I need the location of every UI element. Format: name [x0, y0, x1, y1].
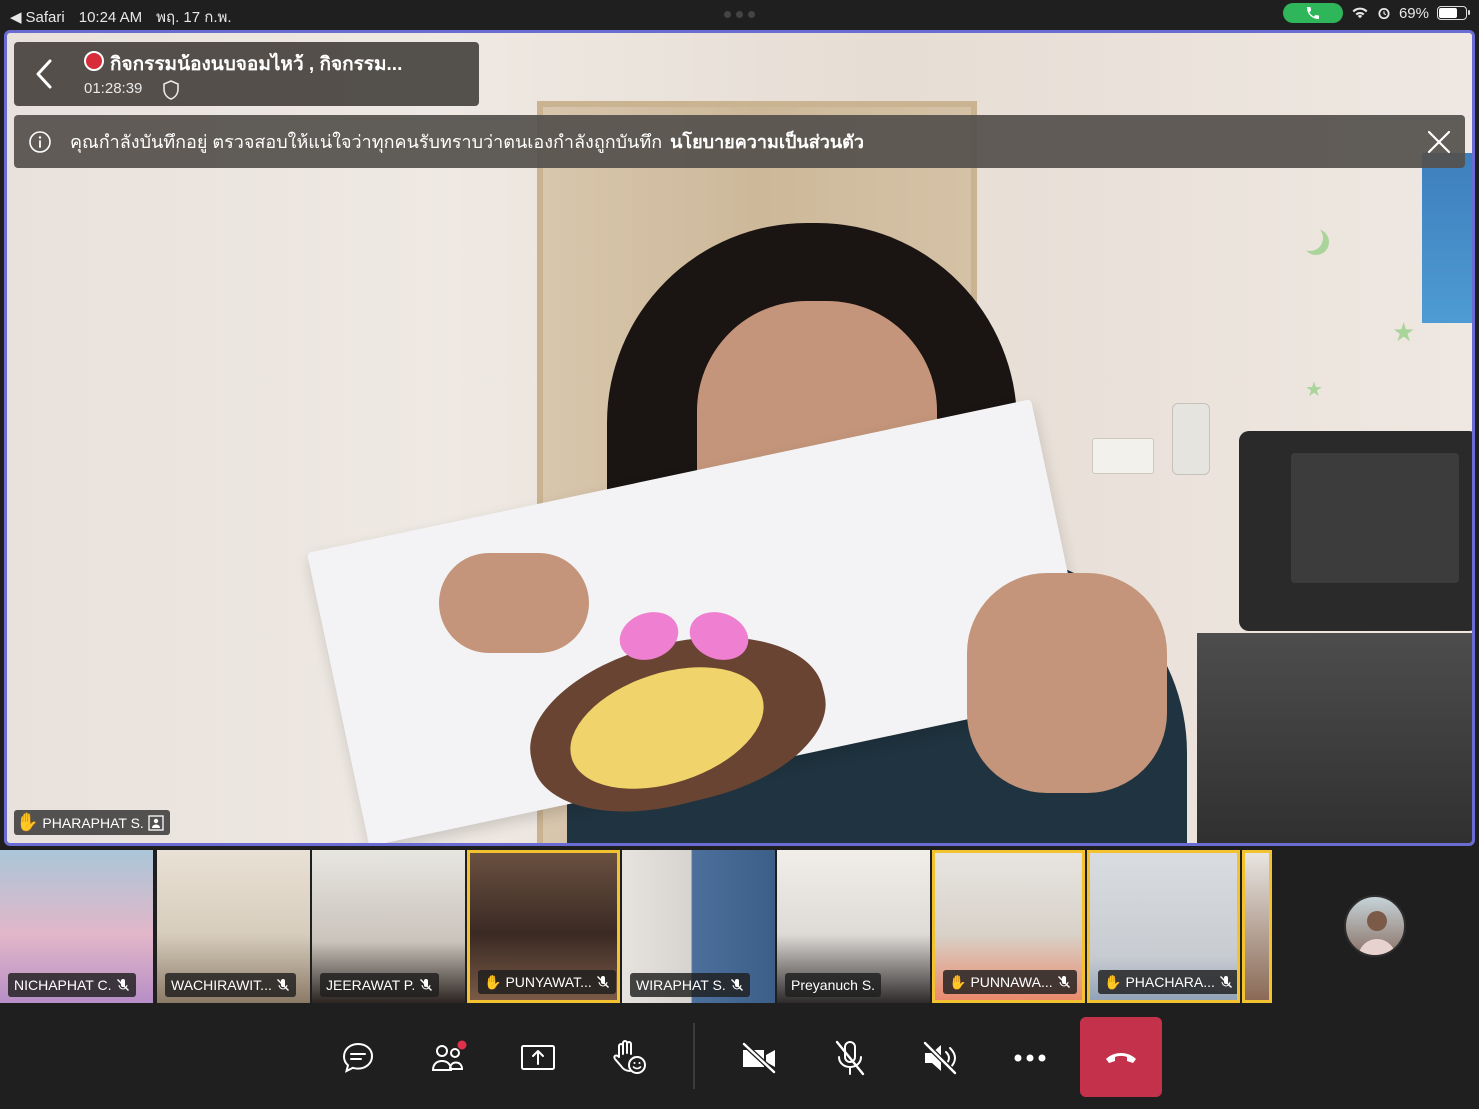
participant-name: PUNYAWAT... — [505, 974, 592, 990]
speaker-nametag: ✋ PHARAPHAT S. — [14, 810, 170, 835]
status-bar: ◀ Safari 10:24 AM พฤ. 17 ก.พ. 69% — [0, 0, 1479, 28]
participant-tile[interactable]: WIRAPHAT S. — [622, 850, 775, 1003]
active-call-pill[interactable] — [1282, 3, 1343, 23]
multitasking-dots[interactable] — [724, 11, 755, 18]
recording-notice-text: คุณกำลังบันทึกอยู่ ตรวจสอบให้แน่ใจว่าทุก… — [70, 132, 663, 152]
speaker-left-hand — [439, 553, 589, 653]
raise-hand-icon — [613, 1040, 646, 1074]
alarm-icon — [1378, 8, 1390, 20]
participant-name: JEERAWAT P. — [326, 977, 416, 993]
back-to-safari[interactable]: ◀ Safari — [10, 8, 65, 27]
participant-nametag: ✋ PHACHARA... — [1098, 970, 1237, 994]
meeting-elapsed-time: 01:28:39 — [84, 80, 143, 97]
participant-nametag: WIRAPHAT S. — [630, 973, 750, 997]
participant-name: PUNNAWA... — [970, 974, 1053, 990]
participant-name: WACHIRAWIT... — [171, 977, 272, 993]
participant-tile[interactable]: JEERAWAT P. — [312, 850, 465, 1003]
self-video-avatar[interactable] — [1344, 895, 1406, 957]
date: พฤ. 17 ก.พ. — [156, 9, 232, 26]
participant-nametag: JEERAWAT P. — [320, 973, 440, 997]
participants-button[interactable] — [423, 1033, 473, 1083]
chat-button[interactable] — [333, 1033, 383, 1083]
participant-tile[interactable]: ✋ PUNYAWAT... — [467, 850, 620, 1003]
drawing-bow — [619, 603, 749, 673]
wall-star-sticker: ★ — [1305, 379, 1323, 401]
raised-hand-icon: ✋ — [484, 973, 502, 990]
raised-hand-icon: ✋ — [16, 812, 39, 832]
share-screen-button[interactable] — [513, 1033, 563, 1083]
more-options-button[interactable] — [1005, 1033, 1055, 1083]
participant-nametag: ✋ PUNYAWAT... — [478, 970, 616, 994]
participant-nametag: NICHAPHAT C. — [8, 973, 136, 997]
mic-muted-icon — [1057, 976, 1070, 988]
meeting-title[interactable]: กิจกรรมน้องนบจอมไหว้ , กิจกรรม... — [110, 49, 402, 79]
wifi-icon — [1352, 7, 1368, 19]
mic-muted-icon — [1219, 976, 1232, 988]
microphone-toggle-button[interactable] — [825, 1033, 875, 1083]
participant-tile[interactable]: ✋ PHACHARA... — [1087, 850, 1240, 1003]
more-icon — [1014, 1054, 1046, 1062]
reactions-button[interactable] — [604, 1033, 654, 1083]
participant-name: WIRAPHAT S. — [636, 977, 726, 993]
info-icon — [29, 130, 51, 153]
call-controls — [0, 1005, 1479, 1109]
participant-tile[interactable]: WACHIRAWIT... — [157, 850, 310, 1003]
battery-icon — [1437, 6, 1470, 20]
mic-off-icon — [835, 1040, 865, 1076]
participant-nametag: WACHIRAWIT... — [165, 973, 296, 997]
raised-hand-icon: ✋ — [1104, 973, 1122, 990]
back-button[interactable] — [28, 56, 60, 92]
participant-name: NICHAPHAT C. — [14, 977, 112, 993]
recording-notice-banner: คุณกำลังบันทึกอยู่ ตรวจสอบให้แน่ใจว่าทุก… — [14, 115, 1465, 168]
mic-muted-icon — [420, 979, 433, 991]
mic-muted-icon — [730, 979, 743, 991]
camera-off-icon — [742, 1042, 776, 1074]
close-icon[interactable] — [1425, 128, 1453, 156]
participant-tile-partial[interactable] — [1242, 850, 1272, 1003]
recording-indicator-icon — [84, 51, 104, 71]
controls-divider — [693, 1023, 695, 1089]
back-app-label: Safari — [25, 8, 65, 26]
speaker-name: PHARAPHAT S. — [42, 814, 144, 831]
hang-up-button[interactable] — [1080, 1017, 1162, 1097]
battery-percent: 69% — [1398, 4, 1429, 22]
raised-hand-icon: ✋ — [949, 973, 967, 990]
participant-tile[interactable]: NICHAPHAT C. — [0, 850, 153, 1003]
speaker-right-hand — [967, 573, 1167, 793]
mic-muted-icon — [276, 979, 289, 991]
wall-star-sticker: ★ — [1392, 317, 1416, 347]
participant-name: Preyanuch S. — [791, 977, 876, 993]
air-con-remote — [1172, 403, 1210, 475]
participant-gallery: NICHAPHAT C. WACHIRAWIT... JEERAWAT P. ✋ PUN… — [0, 850, 1479, 1003]
clock: 10:24 AM — [78, 8, 143, 26]
background-monitor — [1239, 431, 1472, 631]
hang-up-icon — [1106, 1053, 1136, 1063]
mic-muted-icon — [116, 979, 129, 991]
desk-items — [1197, 633, 1472, 843]
wall-moon-sticker — [1297, 225, 1323, 251]
speaker-toggle-button[interactable] — [915, 1033, 965, 1083]
people-icon — [431, 1040, 467, 1071]
chevron-left-icon — [36, 59, 52, 89]
participant-nametag: Preyanuch S. — [785, 973, 882, 997]
chat-icon — [342, 1042, 374, 1073]
participant-tile[interactable]: ✋ PUNNAWA... — [932, 850, 1085, 1003]
camera-toggle-button[interactable] — [734, 1033, 784, 1083]
participant-name: PHACHARA... — [1125, 974, 1215, 990]
wall-poster — [1422, 153, 1472, 323]
light-switch — [1092, 438, 1154, 474]
meeting-header: กิจกรรมน้องนบจอมไหว้ , กิจกรรม... 01:28:… — [14, 42, 479, 106]
pinned-user-icon — [148, 814, 164, 831]
shield-icon[interactable] — [162, 80, 180, 100]
privacy-policy-link[interactable]: นโยบายความเป็นส่วนตัว — [670, 127, 864, 156]
participant-nametag: ✋ PUNNAWA... — [943, 970, 1077, 994]
speaker-off-icon — [923, 1041, 957, 1075]
mic-muted-icon — [596, 976, 609, 988]
participant-tile[interactable]: Preyanuch S. — [777, 850, 930, 1003]
phone-icon — [1306, 7, 1319, 19]
back-triangle-icon: ◀ — [10, 9, 22, 26]
share-screen-icon — [521, 1045, 555, 1070]
